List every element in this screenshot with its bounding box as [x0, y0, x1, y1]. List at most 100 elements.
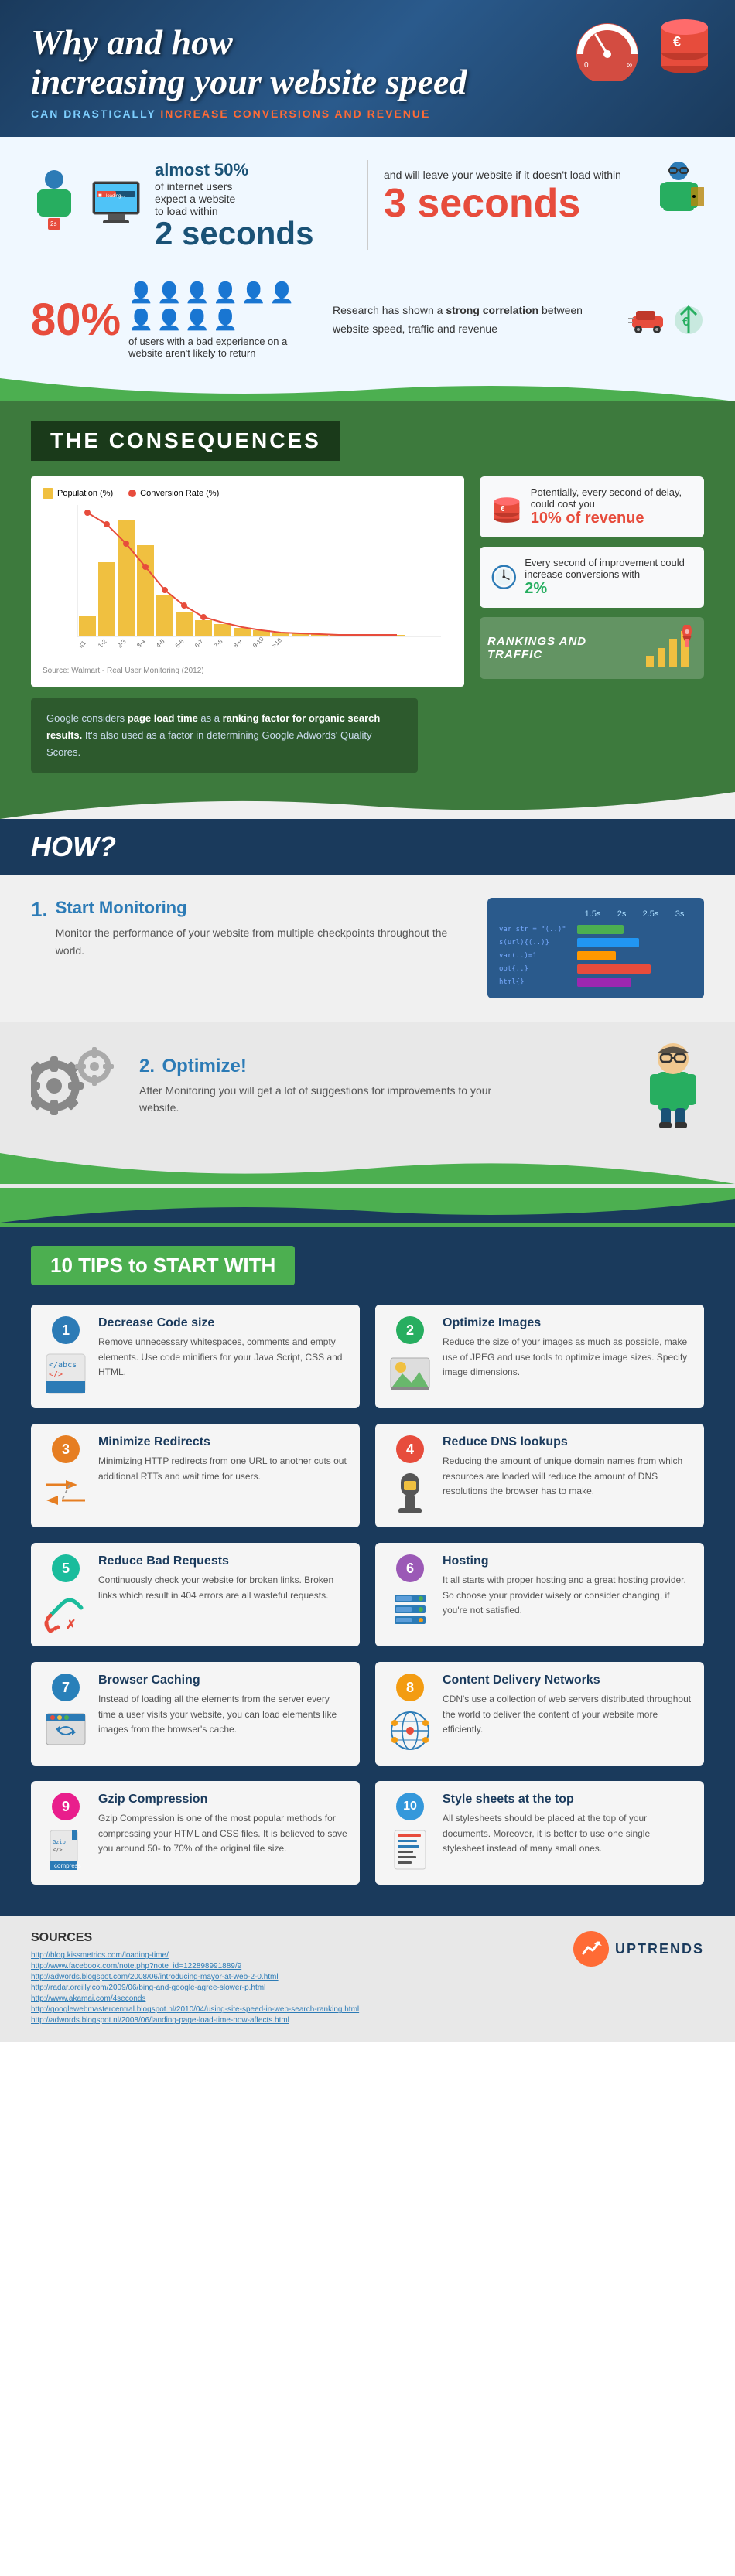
wave-top [0, 378, 735, 401]
svg-text:€: € [673, 34, 681, 49]
svg-text:1-2: 1-2 [97, 638, 108, 650]
speed-icons: € [628, 301, 704, 339]
svg-text:9-10: 9-10 [251, 636, 265, 650]
title-line2: increasing your website speed [31, 62, 467, 101]
correlation-text: Research has shown a strong correlation … [333, 302, 617, 339]
svg-text:■: ■ [98, 192, 102, 199]
improvement-card: Every second of improvement could increa… [480, 547, 704, 608]
svg-text:compress: compress [54, 1862, 81, 1869]
svg-text:8-9: 8-9 [232, 638, 244, 650]
how-content: 1. Start Monitoring Monitor the performa… [0, 875, 735, 1022]
section-divider [367, 160, 368, 250]
chart-source: Source: Walmart - Real User Monitoring (… [43, 667, 453, 675]
svg-text:loading...: loading... [106, 194, 125, 199]
source-link-4[interactable]: http://radar.oreilly.com/2009/06/bing-an… [31, 1984, 359, 1992]
how-title: HOW? [31, 831, 704, 863]
tip-4: 4 Reduce DNS lookups Reducing the amount… [375, 1424, 704, 1527]
source-link-1[interactable]: http://blog.kissmetrics.com/loading-time… [31, 1951, 359, 1960]
tip5-body: Reduce Bad Requests Continuously check y… [98, 1554, 348, 1635]
step1-title: Start Monitoring [56, 898, 464, 918]
svg-text:7-8: 7-8 [213, 638, 224, 650]
tip10-body: Style sheets at the top All stylesheets … [443, 1793, 692, 1873]
svg-text:2s: 2s [50, 220, 56, 227]
chart-legend: Population (%) Conversion Rate (%) [43, 488, 453, 499]
title-line1: Why and how [31, 22, 233, 62]
right-stats: € Potentially, every second of delay, co… [480, 476, 704, 687]
browser-cache-icon [43, 1708, 89, 1754]
step1-num: 1. [31, 898, 48, 922]
users-section: 80% 👤 👤 👤 👤 👤 👤 👤 👤 👤 👤 of users with a … [0, 273, 735, 378]
source-link-5[interactable]: http://www.akamai.com/4seconds [31, 1994, 359, 2003]
broken-link-icon: ✗ [43, 1588, 89, 1635]
uptrends-name: UPTRENDS [615, 1941, 704, 1957]
cdn-icon [387, 1708, 433, 1754]
hosting-icon [387, 1588, 433, 1635]
coins-stack-icon: € [491, 486, 523, 528]
step1-desc: Monitor the performance of your website … [56, 924, 464, 959]
stats-section: 2s ■ loading... almost 50% of internet u… [0, 137, 735, 273]
tip-3: 3 Minimize Redirects Minimizing HTTP red… [31, 1424, 360, 1527]
user-figures: 👤 👤 👤 👤 👤 👤 👤 👤 👤 👤 [128, 281, 322, 332]
svg-text:✗: ✗ [66, 1619, 76, 1632]
sources-section: SOURCES http://blog.kissmetrics.com/load… [0, 1916, 735, 2042]
source-link-2[interactable]: http://www.facebook.com/note.php?note_id… [31, 1962, 359, 1970]
wave-to-dark [0, 1199, 735, 1227]
coins-icon: € [658, 8, 712, 77]
tip1-number: 1 [52, 1316, 80, 1344]
code-icon: </abcs </> [43, 1350, 89, 1397]
how-row: 1. Start Monitoring Monitor the performa… [31, 898, 704, 998]
tip2-number: 2 [396, 1316, 424, 1344]
tip-9: 9 Gzip </> compress Gzip Compression Gzi… [31, 1781, 360, 1885]
tip5-number: 5 [52, 1554, 80, 1582]
tip-1: 1 </abcs </> Decrease Code size Remove u… [31, 1305, 360, 1408]
tip1-body: Decrease Code size Remove unnecessary wh… [98, 1316, 348, 1397]
tip-10: 10 Style sheets at the top All styleshee… [375, 1781, 704, 1885]
source-link-7[interactable]: http://adwords.blogspot.nl/2008/06/landi… [31, 2016, 359, 2025]
google-text: Google considers page load time as a ran… [31, 698, 418, 773]
optimize-title: Optimize! [162, 1056, 246, 1076]
redirect-icon [43, 1469, 89, 1516]
tip7-number: 7 [52, 1674, 80, 1701]
speed-chart: 1.5s2s2.5s3s var str = "(..)" s(url){(..… [487, 898, 704, 998]
svg-text:Gzip: Gzip [53, 1839, 66, 1845]
sources-title: SOURCES [31, 1931, 359, 1945]
tip7-body: Browser Caching Instead of loading all t… [98, 1674, 348, 1754]
tip8-body: Content Delivery Networks CDN's use a co… [443, 1674, 692, 1754]
gears-icon [31, 1047, 124, 1124]
uptrends-logo: UPTRENDS [573, 1931, 704, 1967]
optimize-desc: After Monitoring you will get a lot of s… [139, 1082, 526, 1117]
tip-8: 8 Content Delivery Networks CDN's use a … [375, 1662, 704, 1766]
tip-7: 7 Browser Caching Instead of loading all… [31, 1662, 360, 1766]
tip-5: 5 ✗ Reduce Bad Requests Continuously che… [31, 1543, 360, 1646]
source-link-6[interactable]: http://googlewebmastercentral.blogspot.n… [31, 2005, 359, 2014]
svg-text:∞: ∞ [627, 61, 632, 70]
svg-text:≤1: ≤1 [77, 640, 87, 650]
consequences-title: THE CONSEQUENCES [31, 421, 340, 461]
tip3-body: Minimize Redirects Minimizing HTTP redir… [98, 1435, 348, 1516]
svg-text:</>: </> [53, 1847, 63, 1853]
svg-text:>10: >10 [271, 636, 283, 649]
svg-text:3-4: 3-4 [135, 638, 147, 650]
bar-chart-svg: ≤1 1-2 2-3 3-4 4-5 5-6 6-7 7-8 8-9 9-10 … [43, 505, 453, 660]
tip2-body: Optimize Images Reduce the size of your … [443, 1316, 692, 1397]
svg-text:€: € [682, 316, 689, 329]
tips-grid: 1 </abcs </> Decrease Code size Remove u… [31, 1305, 704, 1885]
svg-text:4-5: 4-5 [155, 638, 166, 650]
rankings-box: RANKINGS AND TRAFFIC [480, 617, 704, 679]
image-icon [387, 1350, 433, 1397]
tip6-number: 6 [396, 1554, 424, 1582]
chart-area: Population (%) Conversion Rate (%) [31, 476, 464, 687]
consequences-section: THE CONSEQUENCES Population (%) Conversi… [0, 401, 735, 792]
how-section: HOW? 1. Start Monitoring Monitor the per… [0, 819, 735, 1153]
character-icon [642, 1037, 704, 1134]
gzip-icon: Gzip </> compress [43, 1827, 89, 1873]
source-link-3[interactable]: http://adwords.blogspot.com/2008/06/intr… [31, 1973, 359, 1981]
svg-text:</>: </> [49, 1370, 63, 1379]
tip3-number: 3 [52, 1435, 80, 1463]
svg-text:5-6: 5-6 [174, 638, 186, 650]
stylesheet-icon [387, 1827, 433, 1873]
rankings-chart-icon [642, 625, 696, 671]
step1: 1. Start Monitoring Monitor the performa… [31, 898, 464, 998]
wave-consequences-bottom [0, 792, 735, 819]
tip8-number: 8 [396, 1674, 424, 1701]
